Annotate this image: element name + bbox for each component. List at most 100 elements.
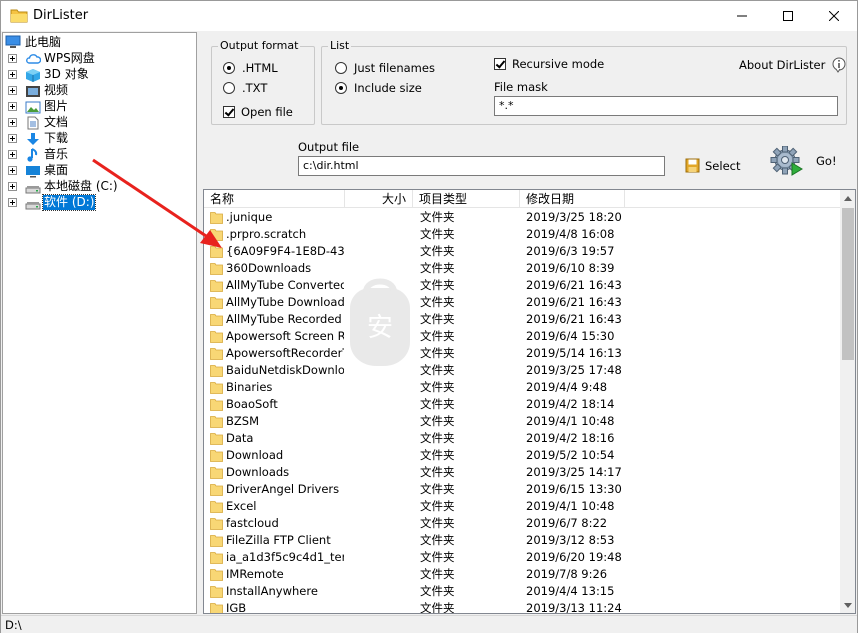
list-item[interactable]: AllMyTube Converted 文件夹 2019/6/21 16:43 xyxy=(204,277,840,294)
include-size-radio[interactable]: Include size xyxy=(335,81,422,95)
folder-app-icon xyxy=(10,9,28,23)
maximize-button[interactable] xyxy=(765,1,811,31)
expand-icon[interactable] xyxy=(8,86,17,95)
item-name: FileZilla FTP Client xyxy=(226,533,331,547)
item-date: 2019/4/1 10:48 xyxy=(526,414,615,428)
list-item[interactable]: BoaoSoft 文件夹 2019/4/2 18:14 xyxy=(204,396,840,413)
item-type: 文件夹 xyxy=(420,312,455,326)
expand-icon[interactable] xyxy=(8,118,17,127)
vertical-scrollbar[interactable] xyxy=(840,190,855,613)
list-item[interactable]: BaiduNetdiskDownload 文件夹 2019/3/25 17:48 xyxy=(204,362,840,379)
folder-icon xyxy=(210,280,223,292)
list-body: .junique 文件夹 2019/3/25 18:20 .prpro.scratch… xyxy=(204,209,840,614)
minimize-button[interactable] xyxy=(719,1,765,31)
column-header-type[interactable]: 项目类型 xyxy=(413,190,520,208)
scroll-thumb[interactable] xyxy=(842,208,854,360)
item-date: 2019/5/14 16:13 xyxy=(526,346,622,360)
list-item[interactable]: IGB 文件夹 2019/3/13 11:24 xyxy=(204,600,840,614)
column-header-name[interactable]: 名称 xyxy=(204,190,345,208)
item-date: 2019/6/15 13:30 xyxy=(526,482,622,496)
list-item[interactable]: Downloads 文件夹 2019/3/25 14:17 xyxy=(204,464,840,481)
tree-item-label: 软件 (D:) xyxy=(41,194,97,211)
list-item[interactable]: BZSM 文件夹 2019/4/1 10:48 xyxy=(204,413,840,430)
item-name: AllMyTube Recorded xyxy=(226,312,342,326)
expand-icon[interactable] xyxy=(8,198,17,207)
about-label: About DirLister xyxy=(739,58,826,72)
list-header: 名称 大小 项目类型 修改日期 xyxy=(204,190,840,208)
output-file-input[interactable]: c:\dir.html xyxy=(298,156,665,176)
item-name: Data xyxy=(226,431,254,445)
format-txt-radio[interactable]: .TXT xyxy=(223,81,267,95)
list-item[interactable]: IMRemote 文件夹 2019/7/8 9:26 xyxy=(204,566,840,583)
computer-icon xyxy=(5,35,21,48)
item-name: IGB xyxy=(226,601,247,614)
list-item[interactable]: ia_a1d3f5c9c4d1_temp 文件夹 2019/6/20 19:48 xyxy=(204,549,840,566)
scroll-down-button[interactable] xyxy=(840,597,855,613)
list-item[interactable]: {6A09F9F4-1E8D-43B... 文件夹 2019/6/3 19:57 xyxy=(204,243,840,260)
expand-icon[interactable] xyxy=(8,70,17,79)
column-header-size[interactable]: 大小 xyxy=(345,190,413,208)
list-item[interactable]: ApowersoftRecorderT... 文件夹 2019/5/14 16:13 xyxy=(204,345,840,362)
recursive-label: Recursive mode xyxy=(512,57,605,71)
tree-item-label: 文档 xyxy=(44,115,69,129)
list-item[interactable]: DriverAngel Drivers 文件夹 2019/6/15 13:30 xyxy=(204,481,840,498)
go-button[interactable]: Go! xyxy=(770,146,837,178)
item-date: 2019/5/2 10:54 xyxy=(526,448,615,462)
about-button[interactable]: About DirLister xyxy=(739,57,847,73)
item-name: Excel xyxy=(226,499,257,513)
item-date: 2019/6/10 8:39 xyxy=(526,261,615,275)
item-type: 文件夹 xyxy=(420,278,455,292)
item-type: 文件夹 xyxy=(420,482,455,496)
list-item[interactable]: 360Downloads 文件夹 2019/6/10 8:39 xyxy=(204,260,840,277)
list-item[interactable]: .junique 文件夹 2019/3/25 18:20 xyxy=(204,209,840,226)
item-name: fastcloud xyxy=(226,516,279,530)
list-item[interactable]: Binaries 文件夹 2019/4/4 9:48 xyxy=(204,379,840,396)
select-button[interactable]: Select xyxy=(685,158,740,173)
expand-icon[interactable] xyxy=(8,102,17,111)
panel-splitter[interactable] xyxy=(197,32,202,614)
item-date: 2019/4/8 16:08 xyxy=(526,227,615,241)
item-name: AllMyTube Downloaded xyxy=(226,295,344,309)
list-item[interactable]: Apowersoft Screen Re... 文件夹 2019/6/4 15:30 xyxy=(204,328,840,345)
list-item[interactable]: FileZilla FTP Client 文件夹 2019/3/12 8:53 xyxy=(204,532,840,549)
just-filenames-radio[interactable]: Just filenames xyxy=(335,61,435,75)
folder-tree[interactable]: 此电脑 WPS网盘 3D 对象 视频 图片 文档 下载 音乐 桌面 本地磁盘 (C:) 软件 (D… xyxy=(2,32,197,614)
chevron-up-icon xyxy=(844,195,852,201)
list-item[interactable]: .prpro.scratch 文件夹 2019/4/8 16:08 xyxy=(204,226,840,243)
expand-icon[interactable] xyxy=(8,182,17,191)
open-file-checkbox[interactable]: Open file xyxy=(223,105,293,119)
expand-icon[interactable] xyxy=(8,166,17,175)
folder-icon xyxy=(210,450,223,462)
item-type: 文件夹 xyxy=(420,329,455,343)
close-button[interactable] xyxy=(811,1,857,31)
checkbox-indicator xyxy=(223,106,235,118)
column-header-date[interactable]: 修改日期 xyxy=(520,190,625,208)
file-list[interactable]: 名称 大小 项目类型 修改日期 .junique 文件夹 2019/3/25 18:… xyxy=(203,189,856,614)
item-type: 文件夹 xyxy=(420,261,455,275)
list-item[interactable]: AllMyTube Recorded 文件夹 2019/6/21 16:43 xyxy=(204,311,840,328)
list-item[interactable]: InstallAnywhere 文件夹 2019/4/4 13:15 xyxy=(204,583,840,600)
list-item[interactable]: fastcloud 文件夹 2019/6/7 8:22 xyxy=(204,515,840,532)
item-name: Download xyxy=(226,448,284,462)
list-item[interactable]: Download 文件夹 2019/5/2 10:54 xyxy=(204,447,840,464)
item-date: 2019/7/8 9:26 xyxy=(526,567,608,581)
drive-icon xyxy=(25,202,41,210)
list-item[interactable]: AllMyTube Downloaded 文件夹 2019/6/21 16:43 xyxy=(204,294,840,311)
open-file-label: Open file xyxy=(241,105,293,119)
video-icon xyxy=(26,86,40,97)
recursive-checkbox[interactable]: Recursive mode xyxy=(494,57,604,71)
format-html-radio[interactable]: .HTML xyxy=(223,61,278,75)
item-date: 2019/3/13 11:24 xyxy=(526,601,622,614)
item-type: 文件夹 xyxy=(420,516,455,530)
item-name: BaiduNetdiskDownload xyxy=(226,363,344,377)
file-mask-input[interactable]: *.* xyxy=(494,96,838,116)
item-name: .junique xyxy=(226,210,273,224)
list-item[interactable]: Excel 文件夹 2019/4/1 10:48 xyxy=(204,498,840,515)
item-date: 2019/6/7 8:22 xyxy=(526,516,608,530)
title-bar: DirLister xyxy=(1,1,857,31)
list-item[interactable]: Data 文件夹 2019/4/2 18:16 xyxy=(204,430,840,447)
expand-icon[interactable] xyxy=(8,150,17,159)
scroll-up-button[interactable] xyxy=(840,190,855,206)
expand-icon[interactable] xyxy=(8,54,17,63)
expand-icon[interactable] xyxy=(8,134,17,143)
